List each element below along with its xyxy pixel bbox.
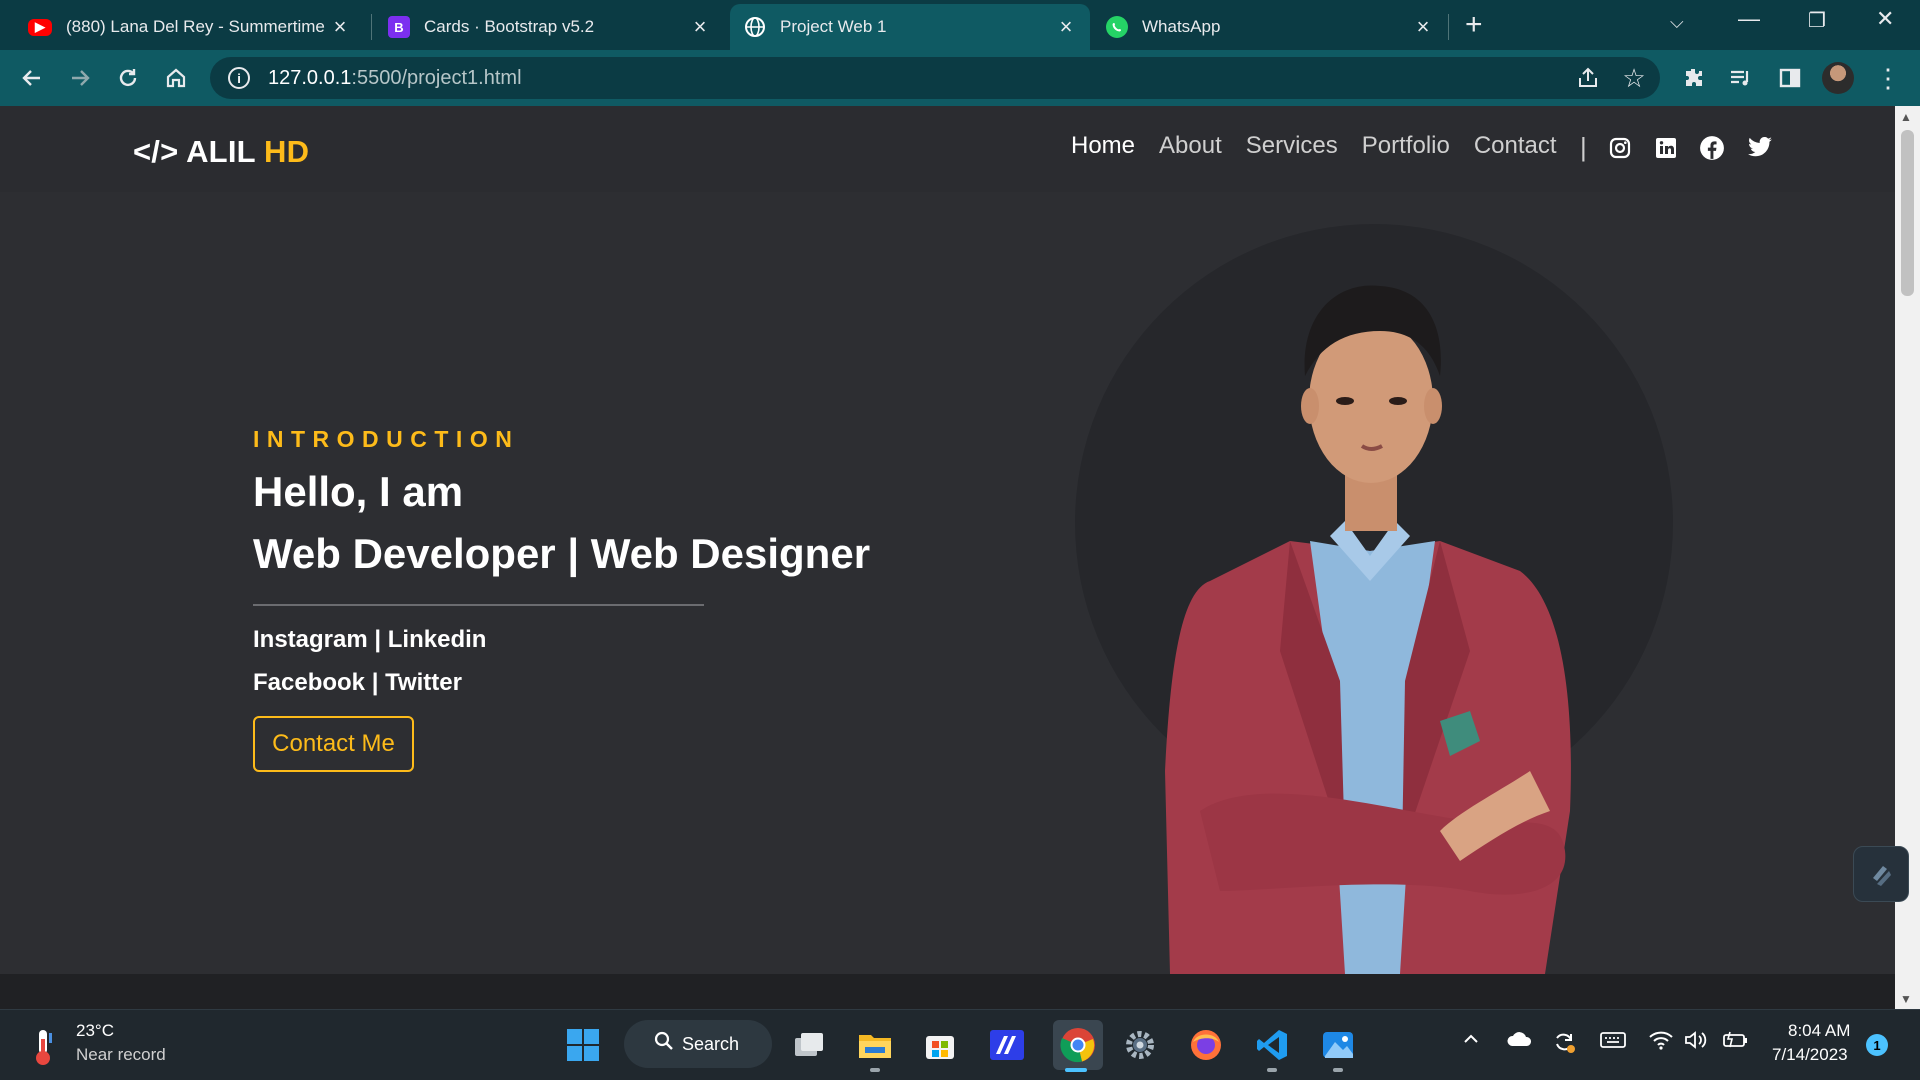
nav-divider: | <box>1580 132 1587 162</box>
notification-badge[interactable]: 1 <box>1866 1034 1888 1056</box>
chrome-icon[interactable] <box>1053 1020 1103 1070</box>
nav-about[interactable]: About <box>1159 132 1222 160</box>
search-label: Search <box>682 1033 740 1054</box>
close-tab-icon[interactable]: × <box>690 14 710 40</box>
nav-home[interactable]: Home <box>1071 132 1135 160</box>
nav-contact[interactable]: Contact <box>1474 132 1557 160</box>
thermometer-icon[interactable] <box>30 1027 56 1067</box>
reload-icon[interactable] <box>110 60 146 96</box>
firefox-icon[interactable] <box>1186 1025 1226 1065</box>
hero-social-links-1[interactable]: Instagram | Linkedin <box>253 626 486 654</box>
weather-temperature[interactable]: 23°C <box>76 1021 114 1041</box>
site-info-icon[interactable]: i <box>228 67 250 89</box>
photos-app-icon[interactable] <box>1318 1025 1358 1065</box>
close-tab-icon[interactable]: × <box>1413 14 1433 40</box>
wifi-icon[interactable] <box>1648 1030 1674 1056</box>
back-icon[interactable] <box>14 60 50 96</box>
start-windows-icon[interactable] <box>563 1025 603 1065</box>
bookmark-star-icon[interactable]: ☆ <box>1616 60 1652 96</box>
site-logo[interactable]: </> ALIL HD <box>133 134 309 170</box>
tab-separator <box>1448 14 1449 40</box>
media-controls-icon[interactable] <box>1722 60 1758 96</box>
hero-social-links-2[interactable]: Facebook | Twitter <box>253 669 462 697</box>
app-m-icon[interactable] <box>987 1025 1027 1065</box>
scroll-up-icon[interactable]: ▲ <box>1900 110 1912 124</box>
settings-gear-icon[interactable] <box>1120 1025 1160 1065</box>
nav-links: Home About Services Portfolio Contact <box>1071 132 1557 160</box>
contact-me-button[interactable]: Contact Me <box>253 716 414 772</box>
profile-photo <box>1165 285 1571 974</box>
clock-time[interactable]: 8:04 AM <box>1788 1021 1850 1041</box>
sync-icon[interactable] <box>1552 1030 1576 1060</box>
globe-icon <box>744 16 766 38</box>
instagram-icon[interactable] <box>1606 134 1634 162</box>
floating-extension-icon[interactable] <box>1853 846 1909 902</box>
hero-greeting: Hello, I am <box>253 468 464 515</box>
tab-title: Cards · Bootstrap v5.2 <box>424 17 595 36</box>
tab-youtube[interactable]: ▶ (880) Lana Del Rey - Summertime × <box>14 4 364 50</box>
file-explorer-icon[interactable] <box>855 1025 895 1065</box>
onedrive-cloud-icon[interactable] <box>1506 1030 1532 1054</box>
youtube-icon: ▶ <box>28 18 52 36</box>
side-panel-icon[interactable] <box>1772 60 1808 96</box>
nav-portfolio[interactable]: Portfolio <box>1362 132 1450 160</box>
forward-icon[interactable] <box>62 60 98 96</box>
logo-name: ALIL <box>186 134 256 169</box>
logo-accent: HD <box>264 134 310 169</box>
linkedin-icon[interactable] <box>1652 134 1680 162</box>
share-icon[interactable] <box>1570 60 1606 96</box>
close-tab-icon[interactable]: × <box>1056 14 1076 40</box>
url-path: :5500/project1.html <box>351 66 522 89</box>
vscode-icon[interactable] <box>1252 1025 1292 1065</box>
twitter-icon[interactable] <box>1746 134 1774 162</box>
battery-icon[interactable] <box>1722 1030 1750 1056</box>
web-page: </> ALIL HD Home About Services Portfoli… <box>0 106 1895 974</box>
tab-bootstrap[interactable]: B Cards · Bootstrap v5.2 × <box>374 4 724 50</box>
bootstrap-icon: B <box>388 16 410 38</box>
running-indicator <box>870 1068 880 1072</box>
running-indicator <box>1333 1068 1343 1072</box>
browser-tab-bar: ▶ (880) Lana Del Rey - Summertime × B Ca… <box>0 0 1920 50</box>
microsoft-store-icon[interactable] <box>920 1025 960 1065</box>
search-icon <box>654 1031 674 1057</box>
tab-separator <box>371 14 372 40</box>
hero-role: Web Developer | Web Designer <box>253 530 871 577</box>
tab-title: WhatsApp <box>1142 17 1221 36</box>
menu-kebab-icon[interactable]: ⋮ <box>1870 60 1906 96</box>
running-indicator <box>1267 1068 1277 1072</box>
weather-description[interactable]: Near record <box>76 1045 166 1065</box>
taskbar-search[interactable]: Search <box>624 1020 772 1068</box>
tab-project-web[interactable]: Project Web 1 × <box>730 4 1090 50</box>
whatsapp-icon <box>1106 16 1128 38</box>
scrollbar-thumb[interactable] <box>1901 130 1914 296</box>
volume-icon[interactable] <box>1684 1030 1708 1056</box>
extensions-icon[interactable] <box>1676 60 1712 96</box>
restore-icon[interactable]: ❐ <box>1808 8 1826 33</box>
os-taskbar <box>0 1009 1920 1080</box>
home-icon[interactable] <box>158 60 194 96</box>
tab-title: Project Web 1 <box>780 17 887 36</box>
new-tab-icon[interactable]: + <box>1465 8 1483 42</box>
tab-whatsapp[interactable]: WhatsApp × <box>1092 4 1447 50</box>
active-indicator <box>1065 1068 1087 1072</box>
intro-eyebrow: INTRODUCTION <box>253 426 520 452</box>
minimize-icon[interactable]: — <box>1738 6 1760 32</box>
tab-title: (880) Lana Del Rey - Summertime <box>66 17 325 36</box>
profile-avatar[interactable] <box>1822 62 1854 94</box>
window-close-icon[interactable]: ✕ <box>1876 6 1894 32</box>
clock-date[interactable]: 7/14/2023 <box>1772 1045 1848 1065</box>
tray-overflow-chevron-icon[interactable] <box>1462 1030 1480 1054</box>
hero-divider <box>253 604 704 606</box>
facebook-icon[interactable] <box>1698 134 1726 162</box>
nav-services[interactable]: Services <box>1246 132 1338 160</box>
tab-search-chevron-icon[interactable]: ⌵ <box>1670 12 1684 33</box>
site-navbar: </> ALIL HD Home About Services Portfoli… <box>0 106 1895 192</box>
code-icon: </> <box>133 134 179 169</box>
task-view-icon[interactable] <box>789 1025 829 1065</box>
address-bar[interactable]: i 127.0.0.1:5500/project1.html <box>210 57 1660 99</box>
keyboard-icon[interactable] <box>1600 1030 1626 1056</box>
url-host: 127.0.0.1 <box>268 66 352 89</box>
close-tab-icon[interactable]: × <box>330 14 350 40</box>
scroll-down-icon[interactable]: ▼ <box>1900 992 1912 1006</box>
